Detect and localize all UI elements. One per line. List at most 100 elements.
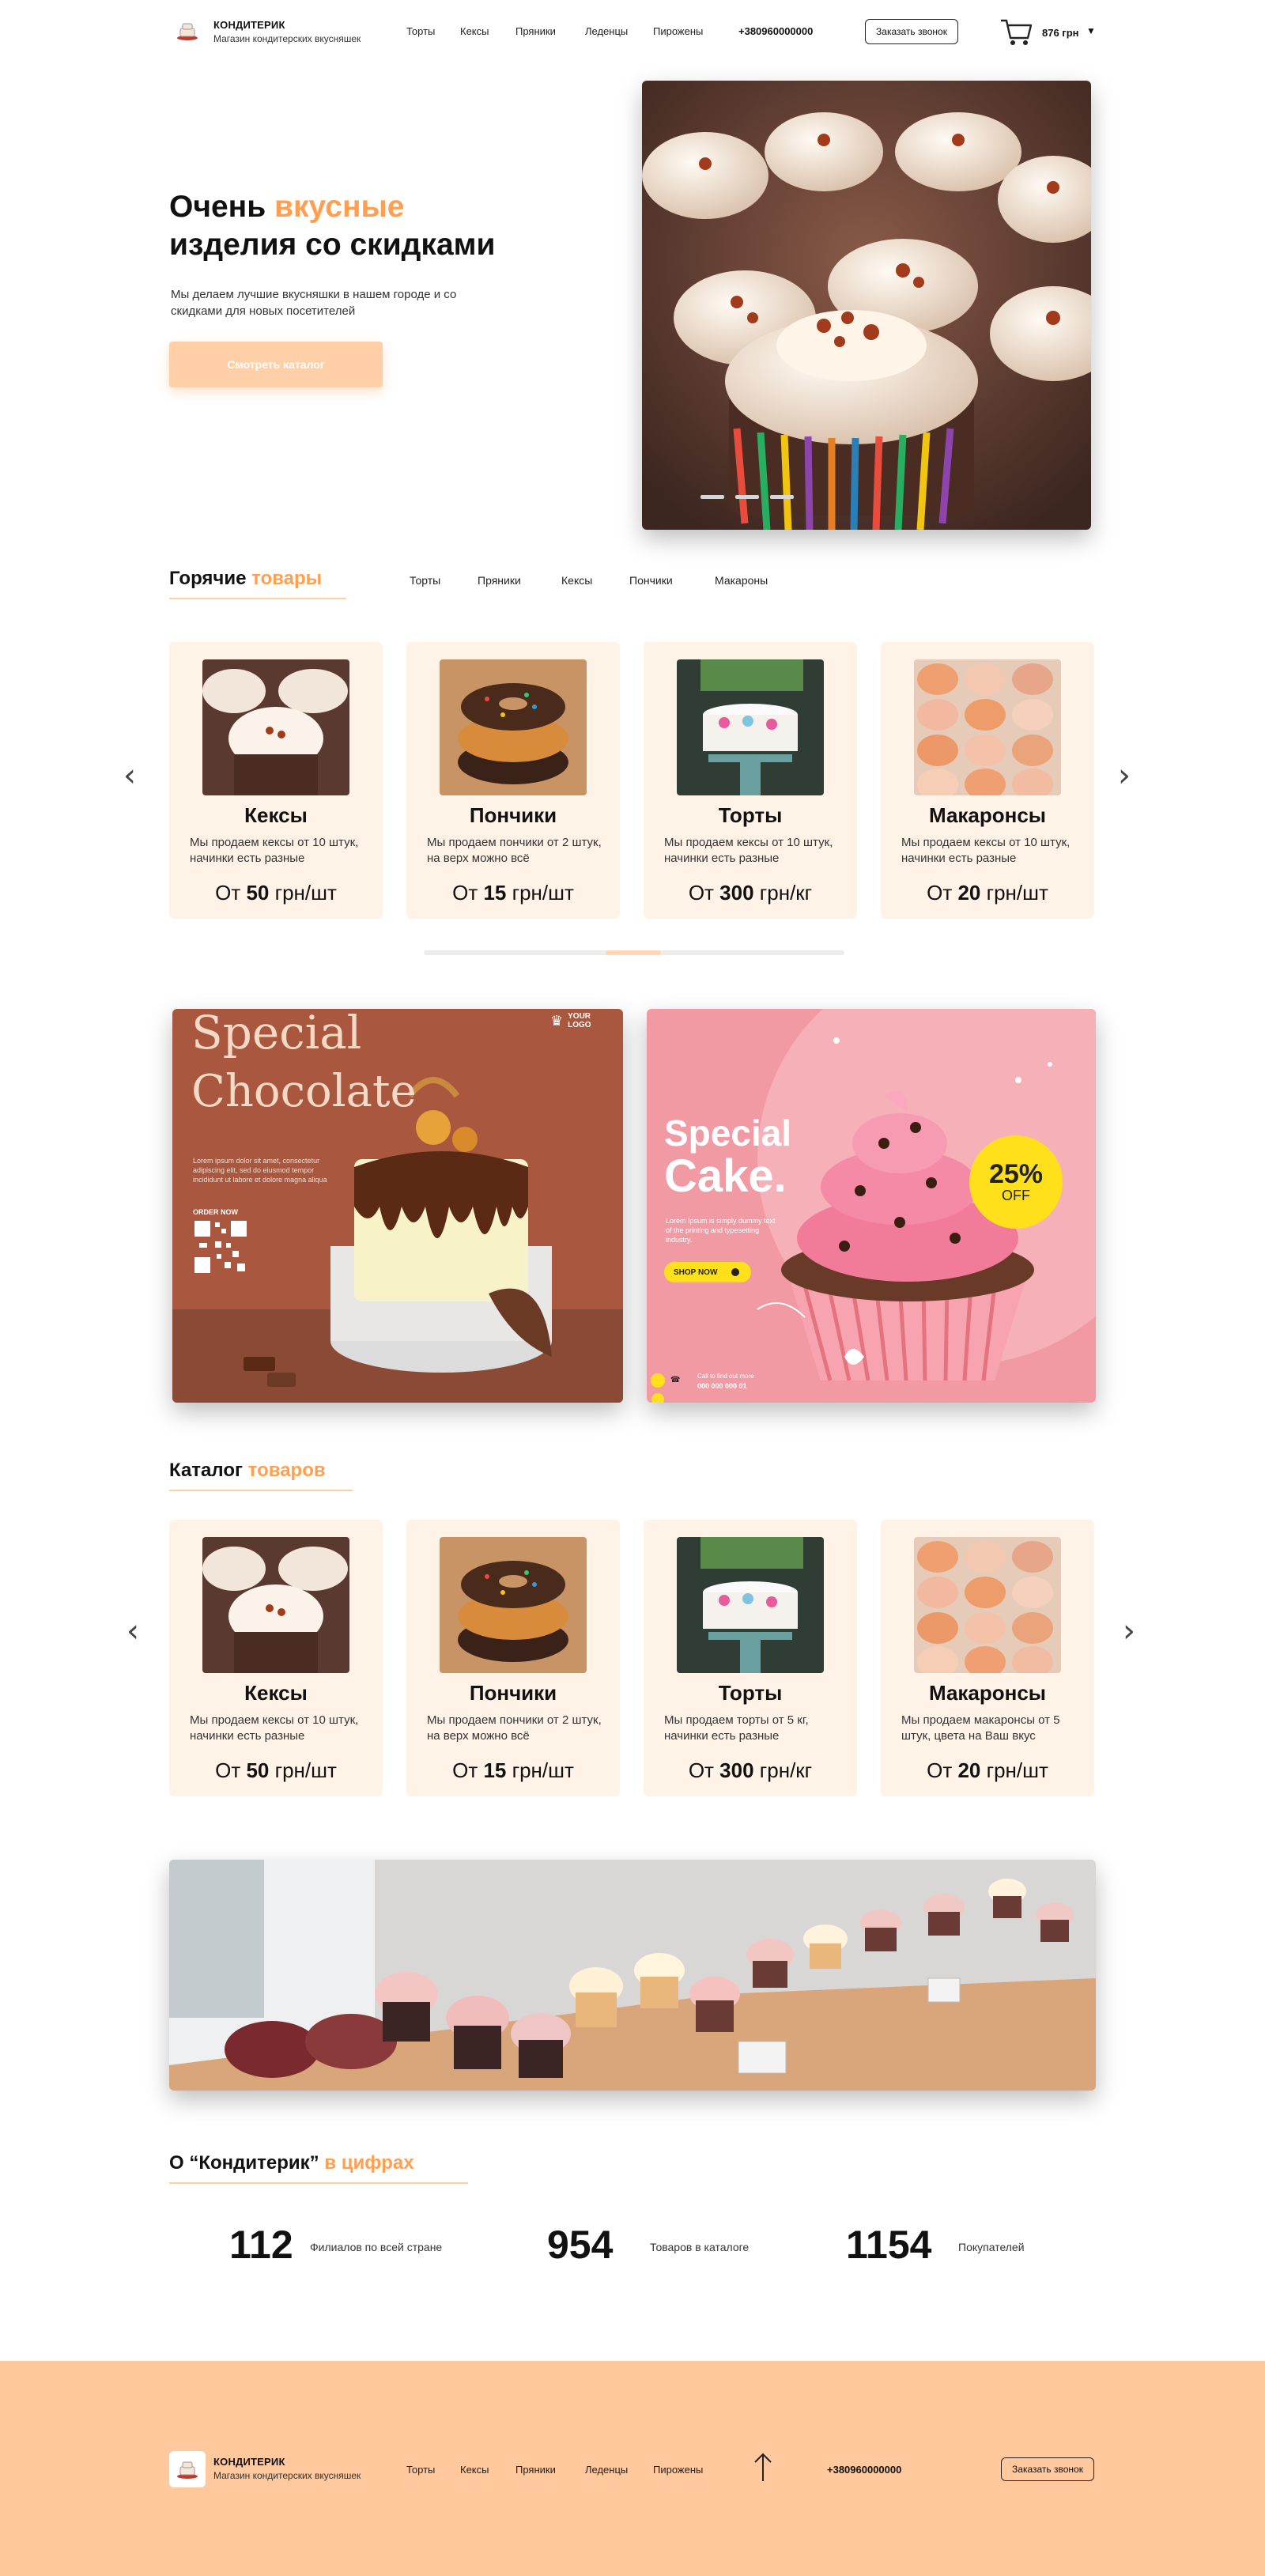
cupcakes-image (202, 659, 349, 795)
donuts-image (440, 659, 587, 795)
cake-image (677, 1537, 824, 1673)
tab-torty[interactable]: Торты (410, 574, 440, 587)
catalog-prev-arrow[interactable]: ‹ (126, 1613, 139, 1649)
slider-dot[interactable] (770, 495, 794, 499)
footer-nav-ledentsy[interactable]: Леденцы (585, 2464, 628, 2476)
chevron-down-icon: ▼ (1086, 25, 1096, 36)
hot-prev-arrow[interactable]: ‹ (123, 757, 136, 794)
card-price: От 50 грн/шт (215, 1758, 337, 1782)
footer-nav-pryaniki[interactable]: Пряники (515, 2464, 556, 2476)
product-card[interactable]: Макаронсы Мы продаем макаронсы от 5 штук… (881, 1520, 1094, 1796)
nav-keksy[interactable]: Кексы (460, 25, 489, 37)
promo-logo: ♛ YOUR LOGO (550, 1012, 591, 1029)
arrow-up-icon[interactable] (751, 2451, 775, 2483)
special-chocolate-banner[interactable]: Special Chocolate ♛ YOUR LOGO Lorem ipsu… (172, 1009, 623, 1403)
footer-call-request-button[interactable]: Заказать звонок (1001, 2457, 1094, 2481)
discount-percent: 25% (988, 1158, 1044, 1189)
shop-now-button[interactable]: SHOP NOW (664, 1262, 751, 1282)
card-price: От 50 грн/шт (215, 881, 337, 905)
macarons-image (914, 1537, 1061, 1673)
card-description: Мы продаем кексы от 10 штук, начинки ест… (190, 1713, 359, 1743)
card-title: Пончики (469, 1681, 557, 1705)
catalog-next-arrow[interactable]: › (1123, 1613, 1135, 1649)
arrow-right-icon (731, 1268, 740, 1276)
logo[interactable] (169, 13, 206, 49)
hot-scrollbar[interactable] (424, 950, 844, 955)
hot-next-arrow[interactable]: › (1118, 757, 1131, 794)
stat-number: 954 (547, 2223, 614, 2267)
promo-title-line1: Special (191, 1009, 362, 1059)
header-phone[interactable]: +380960000000 (738, 25, 813, 37)
catalog-title: Каталог товаров (169, 1460, 326, 1481)
nav-pryaniki[interactable]: Пряники (515, 25, 556, 37)
cart-total: 876 грн (1042, 27, 1079, 39)
product-card[interactable]: Торты Мы продаем кексы от 10 штук, начин… (644, 642, 857, 919)
promo-cake-title-line2: Cake. (664, 1150, 787, 1202)
card-title: Кексы (244, 1681, 308, 1705)
promo-title-line2: Chocolate (191, 1066, 417, 1117)
card-title: Макаронсы (928, 1681, 1047, 1705)
chef-hat-icon: ♛ (550, 1012, 564, 1029)
hero-title: Очень вкусные изделия со скидками (169, 190, 496, 262)
order-now-label[interactable]: ORDER NOW (193, 1208, 238, 1216)
card-title: Макаронсы (928, 803, 1047, 827)
brand-subtitle: Магазин кондитерских вкусняшек (213, 33, 361, 44)
stat-number: 112 (229, 2223, 293, 2267)
footer-brand-name: КОНДИТЕРИК (213, 2456, 285, 2468)
tab-makarony[interactable]: Макароны (715, 574, 768, 587)
call-request-button[interactable]: Заказать звонок (865, 19, 958, 44)
product-card[interactable]: Торты Мы продаем торты от 5 кг, начинки … (644, 1520, 857, 1796)
slider-dot[interactable] (735, 495, 759, 499)
nav-torty[interactable]: Торты (406, 25, 435, 37)
cake-image (677, 659, 824, 795)
card-price: От 300 грн/кг (688, 1758, 813, 1782)
cupcakes-image (202, 1537, 349, 1673)
cake-logo-icon (177, 23, 198, 40)
about-title-underline (169, 2182, 468, 2184)
view-catalog-button[interactable]: Смотреть каталог (169, 342, 383, 387)
nav-pirozheny[interactable]: Пирожены (653, 25, 703, 37)
product-card[interactable]: Макаронсы Мы продаем кексы от 10 штук, н… (881, 642, 1094, 919)
discount-off: OFF (1002, 1187, 1030, 1203)
promo-call-number: 000 000 000 01 (697, 1382, 747, 1390)
footer-logo[interactable] (169, 2451, 206, 2487)
product-card[interactable]: Кексы Мы продаем кексы от 10 штук, начин… (169, 642, 383, 919)
catalog-title-underline (169, 1490, 353, 1491)
card-title: Пончики (469, 803, 557, 827)
card-price: От 15 грн/шт (452, 881, 574, 905)
footer-nav-keksy[interactable]: Кексы (460, 2464, 489, 2476)
nav-ledentsy[interactable]: Леденцы (585, 25, 628, 37)
product-card[interactable]: Кексы Мы продаем кексы от 10 штук, начин… (169, 1520, 383, 1796)
card-description: Мы продаем пончики от 2 штук, на верх мо… (427, 836, 602, 865)
promo-cake-title-line1: Special (664, 1112, 792, 1154)
cake-logo-icon (177, 2461, 198, 2479)
slider-dot[interactable] (700, 495, 724, 499)
donuts-image (440, 1537, 587, 1673)
tab-ponchiki[interactable]: Пончики (629, 574, 673, 587)
about-title: О “Кондитерик” в цифрах (169, 2152, 414, 2174)
hero-cupcakes-photo (642, 81, 1091, 530)
card-description: Мы продаем кексы от 10 штук, начинки ест… (664, 836, 833, 865)
promo-call-label: Call to find out more (697, 1373, 754, 1380)
stat-label: Покупателей (958, 2241, 1025, 2253)
cart[interactable]: 876 грн ▼ (999, 16, 1102, 47)
cart-icon (1001, 19, 1033, 45)
scrollbar-thumb[interactable] (606, 950, 661, 955)
tab-keksy[interactable]: Кексы (561, 574, 592, 587)
special-cake-banner[interactable]: Special Cake. 25% OFF Lorem Ipsum is sim… (647, 1009, 1096, 1403)
card-description: Мы продаем пончики от 2 штук, на верх мо… (427, 1713, 602, 1743)
phone-icon: ☎ (670, 1376, 681, 1384)
footer-phone[interactable]: +380960000000 (827, 2464, 901, 2476)
stat-label: Товаров в каталоге (650, 2241, 750, 2253)
footer-nav-pirozheny[interactable]: Пирожены (653, 2464, 703, 2476)
brand-name: КОНДИТЕРИК (213, 19, 285, 31)
card-description: Мы продаем кексы от 10 штук, начинки ест… (901, 836, 1071, 865)
product-card[interactable]: Пончики Мы продаем пончики от 2 штук, на… (406, 642, 620, 919)
card-title: Торты (718, 1681, 783, 1705)
product-card[interactable]: Пончики Мы продаем пончики от 2 штук, на… (406, 1520, 620, 1796)
card-price: От 20 грн/шт (927, 881, 1048, 905)
tab-pryaniki[interactable]: Пряники (478, 574, 521, 587)
footer-nav-torty[interactable]: Торты (406, 2464, 435, 2476)
discount-badge: 25% OFF (969, 1135, 1063, 1229)
promo-cake-body: Lorem Ipsum is simply dummy text of the … (666, 1217, 776, 1244)
